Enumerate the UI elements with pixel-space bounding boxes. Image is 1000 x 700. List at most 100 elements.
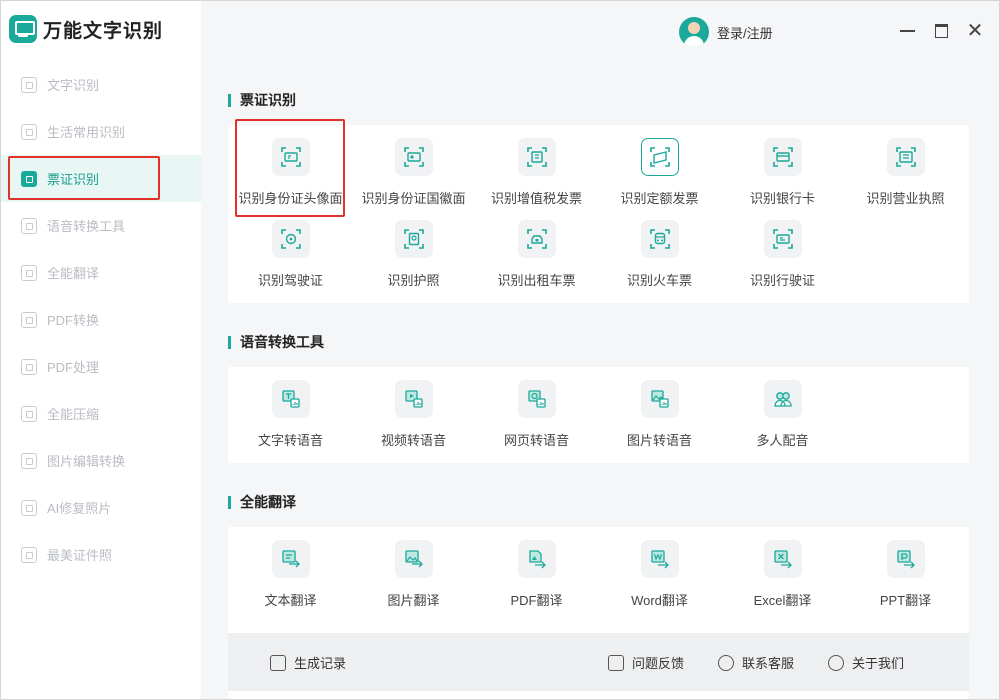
sidebar-item-compress[interactable]: 全能压缩 [1, 390, 201, 437]
about-button[interactable]: 关于我们 [828, 653, 904, 672]
app-title: 万能文字识别 [43, 20, 164, 42]
tool-text-translate[interactable]: 文本翻译 [229, 527, 352, 609]
tool-label: 识别出租车票 [497, 273, 576, 288]
sidebar-item-translate[interactable]: 全能翻译 [1, 249, 201, 296]
tool-webpage-to-speech[interactable]: 网页转语音 [475, 367, 598, 449]
pdf-translate-icon [517, 540, 556, 578]
taxi-ticket-icon [517, 220, 556, 258]
app-logo: 万能文字识别 [9, 15, 163, 43]
sidebar-item-id-photo[interactable]: 最美证件照 [1, 531, 201, 578]
section-title-text: 票证识别 [240, 92, 296, 108]
tool-image-translate[interactable]: 图片翻译 [352, 527, 475, 609]
tool-pdf-translate[interactable]: PDF翻译 [475, 527, 598, 609]
id-card-back-icon [394, 138, 433, 176]
id-card-front-icon [271, 138, 310, 176]
headset-icon [718, 654, 734, 671]
tool-taxi-ticket[interactable]: 识别出租车票 [475, 207, 598, 289]
clipboard-icon [270, 654, 286, 671]
vehicle-license-icon [763, 220, 802, 258]
sidebar-item-ai-repair[interactable]: AI修复照片 [1, 484, 201, 531]
pdf-process-icon [21, 358, 37, 375]
image-translate-icon [394, 540, 433, 578]
webpage-to-speech-icon [517, 380, 556, 418]
tool-vehicle-license[interactable]: 识别行驶证 [721, 207, 844, 289]
sidebar: 万能文字识别 文字识别 生活常用识别 票证识别 语音转换工具 全能翻译 PDF转… [1, 1, 201, 699]
feedback-button[interactable]: 问题反馈 [608, 653, 684, 672]
vat-invoice-icon [517, 138, 556, 176]
excel-translate-icon [763, 540, 802, 578]
tool-vat-invoice[interactable]: 识别增值税发票 [475, 125, 598, 207]
tool-label: 识别身份证国徽面 [361, 191, 466, 206]
records-label: 生成记录 [294, 656, 347, 671]
tool-label: PPT翻译 [879, 593, 932, 608]
section-title-text: 全能翻译 [240, 494, 296, 510]
id-photo-icon [21, 546, 37, 563]
sidebar-item-pdf-convert[interactable]: PDF转换 [1, 296, 201, 343]
minimize-icon[interactable] [897, 21, 917, 41]
bottom-bar: 生成记录 问题反馈 联系客服 关于我们 [228, 633, 969, 691]
login-button[interactable]: 登录/注册 [679, 17, 773, 47]
tool-train-ticket[interactable]: 识别火车票 [598, 207, 721, 289]
tool-label: 识别身份证头像面 [238, 191, 343, 206]
text-translate-icon [271, 540, 310, 578]
tool-label: 文字转语音 [257, 433, 323, 448]
title-bar: 登录/注册 ✕ [201, 1, 999, 61]
records-button[interactable]: 生成记录 [270, 653, 346, 672]
sidebar-item-label: 票证识别 [47, 172, 100, 187]
tool-text-to-speech[interactable]: 文字转语音 [229, 367, 352, 449]
close-icon[interactable]: ✕ [965, 21, 985, 41]
tool-driver-license[interactable]: 识别驾驶证 [229, 207, 352, 289]
tool-label: 识别驾驶证 [257, 273, 323, 288]
tool-multi-voice[interactable]: 多人配音 [721, 367, 844, 449]
tool-label: 图片转语音 [626, 433, 692, 448]
tool-ppt-translate[interactable]: PPT翻译 [844, 527, 967, 609]
passport-icon [394, 220, 433, 258]
sidebar-item-label: 语音转换工具 [47, 219, 126, 234]
sidebar-item-ticket-recognition[interactable]: 票证识别 [1, 155, 201, 202]
bank-card-icon [763, 138, 802, 176]
tool-word-translate[interactable]: Word翻译 [598, 527, 721, 609]
tool-business-license[interactable]: 识别营业执照 [844, 125, 967, 207]
tool-bank-card[interactable]: 识别银行卡 [721, 125, 844, 207]
tool-id-card-front[interactable]: 识别身份证头像面 [229, 125, 352, 207]
image-edit-icon [21, 452, 37, 469]
sidebar-item-label: 全能压缩 [47, 407, 100, 422]
sidebar-item-label: 生活常用识别 [47, 125, 126, 140]
tool-image-to-speech[interactable]: 图片转语音 [598, 367, 721, 449]
tool-label: 识别行驶证 [749, 273, 815, 288]
video-to-speech-icon [394, 380, 433, 418]
mail-icon [608, 654, 624, 671]
sidebar-item-image-edit[interactable]: 图片编辑转换 [1, 437, 201, 484]
sidebar-item-label: 图片编辑转换 [47, 454, 126, 469]
sidebar-item-label: AI修复照片 [47, 501, 112, 516]
tool-label: 视频转语音 [380, 433, 446, 448]
tool-label: 识别增值税发票 [490, 191, 582, 206]
tool-video-to-speech[interactable]: 视频转语音 [352, 367, 475, 449]
tool-label: 多人配音 [756, 433, 809, 448]
avatar [679, 17, 709, 47]
business-license-icon [886, 138, 925, 176]
section-title-translate: 全能翻译 [228, 492, 296, 512]
sidebar-item-life-recognition[interactable]: 生活常用识别 [1, 108, 201, 155]
section-title-voice: 语音转换工具 [228, 332, 324, 352]
tool-label: 识别银行卡 [749, 191, 815, 206]
info-icon [828, 654, 844, 671]
tool-label: 网页转语音 [503, 433, 569, 448]
tool-label: 识别定额发票 [620, 191, 699, 206]
tool-quota-invoice[interactable]: 识别定额发票 [598, 125, 721, 207]
support-label: 联系客服 [742, 656, 795, 671]
support-button[interactable]: 联系客服 [718, 653, 794, 672]
sidebar-item-voice-tools[interactable]: 语音转换工具 [1, 202, 201, 249]
tool-label: PDF翻译 [510, 593, 563, 608]
tool-label: 识别火车票 [626, 273, 692, 288]
ai-repair-icon [21, 499, 37, 516]
section-title-ticket: 票证识别 [228, 90, 296, 110]
text-scan-icon [21, 76, 37, 93]
sidebar-item-text-recognition[interactable]: 文字识别 [1, 61, 201, 108]
tool-passport[interactable]: 识别护照 [352, 207, 475, 289]
tool-excel-translate[interactable]: Excel翻译 [721, 527, 844, 609]
sidebar-item-pdf-process[interactable]: PDF处理 [1, 343, 201, 390]
maximize-icon[interactable] [931, 21, 951, 41]
tool-id-card-back[interactable]: 识别身份证国徽面 [352, 125, 475, 207]
sidebar-nav: 文字识别 生活常用识别 票证识别 语音转换工具 全能翻译 PDF转换 PDF处理… [1, 61, 201, 578]
